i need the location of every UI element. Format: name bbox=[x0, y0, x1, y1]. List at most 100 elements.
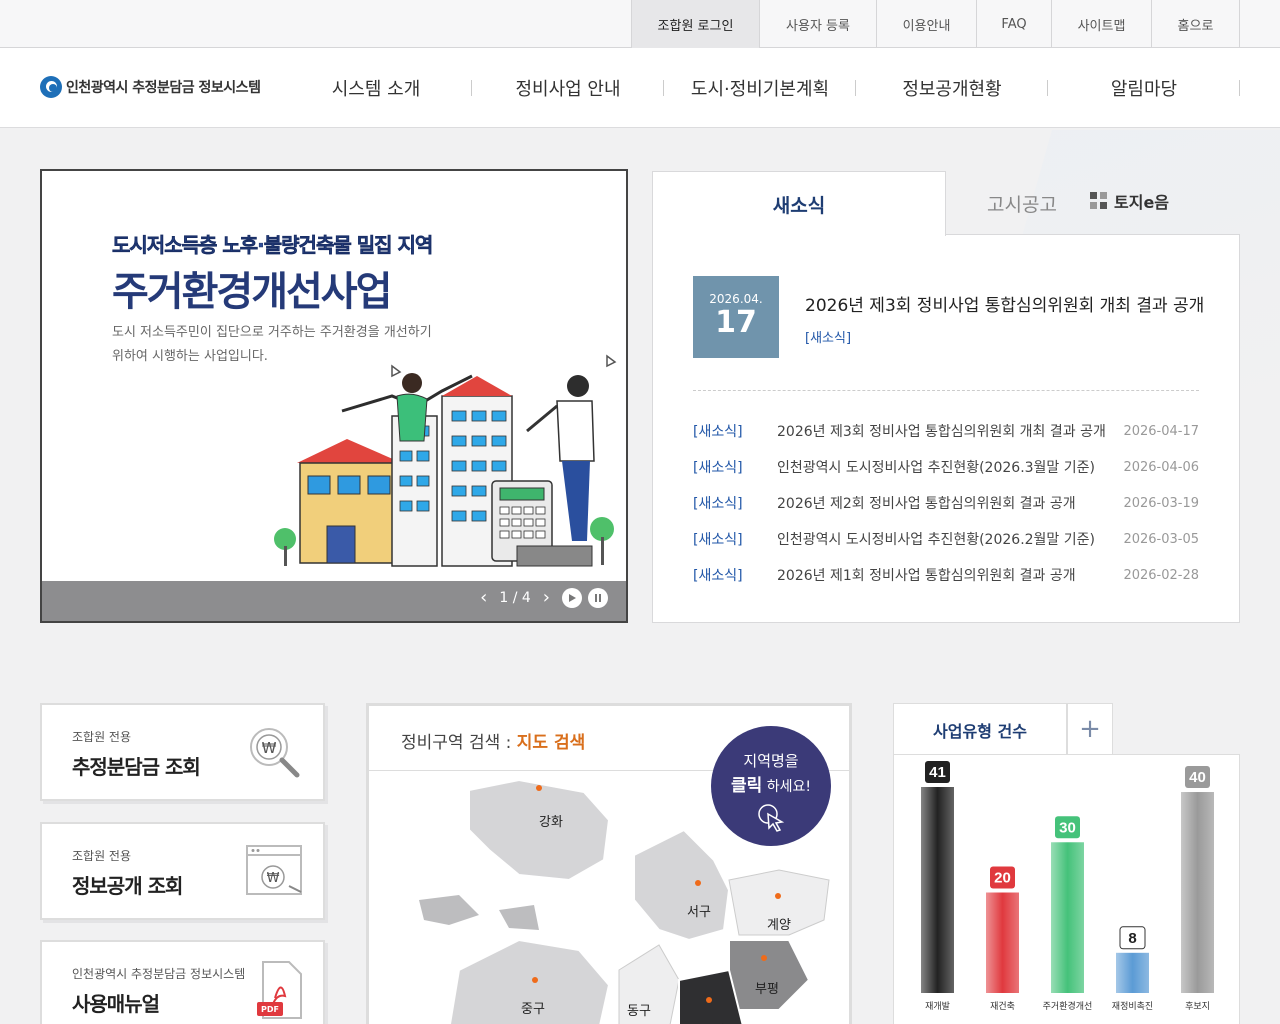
logo-text: 인천광역시 추정분담금 정보시스템 bbox=[66, 80, 261, 96]
news-list: [새소식] 2026년 제3회 정비사업 통합심의위원회 개최 결과 공개 2026… bbox=[693, 413, 1199, 593]
chart-value-label: 30 bbox=[1059, 819, 1076, 836]
quick-link-title: 추정분담금 조회 bbox=[72, 755, 201, 779]
map-district-label[interactable]: 계양 bbox=[767, 914, 791, 933]
gnb-item[interactable]: 도시·정비기본계획 bbox=[664, 48, 856, 128]
gnb-item[interactable]: 정비사업 안내 bbox=[472, 48, 664, 128]
news-title[interactable]: 2026년 제2회 정비사업 통합심의위원회 결과 공개 bbox=[777, 493, 1123, 513]
gnb-item[interactable]: 알림마당 bbox=[1048, 48, 1240, 128]
map-region-ganghwa[interactable] bbox=[468, 778, 611, 882]
news-category: [새소식] bbox=[693, 568, 743, 584]
main-visual-slider: 도시저소득층 노후·불량건축물 밀집 지역 주거환경개선사업 도시 저소득주민이… bbox=[40, 169, 628, 623]
featured-date-ym: 2026.04. bbox=[709, 292, 763, 306]
bubble-line1: 지역명을 bbox=[743, 752, 799, 770]
map-title-b: 지도 검색 bbox=[516, 733, 586, 753]
news-row[interactable]: [새소식] 인천광역시 도시정비사업 추진현황(2026.3월말 기준) 2026-… bbox=[693, 449, 1199, 485]
quick-link-card[interactable]: 조합원 전용추정분담금 조회 ₩ bbox=[40, 703, 325, 801]
browser-won-icon: ₩ bbox=[245, 842, 305, 906]
chart-category-label: 주거환경개선 bbox=[1043, 1000, 1093, 1012]
divider bbox=[693, 390, 1199, 391]
news-category: [새소식] bbox=[693, 496, 743, 512]
chart-category-label: 재건축 bbox=[990, 1001, 1015, 1012]
board-tabs: 새소식 고시공고 토지e음 bbox=[652, 171, 1240, 236]
quick-link-caption: 인천광역시 추정분담금 정보시스템 bbox=[72, 967, 246, 981]
pdf-icon: PDF bbox=[255, 960, 305, 1024]
cursor-click-icon bbox=[758, 804, 785, 832]
map-district-label[interactable]: 부평 bbox=[755, 978, 779, 997]
featured-date: 2026.04. 17 bbox=[693, 276, 779, 358]
slide-pager: 1 / 4 bbox=[499, 589, 531, 606]
chart-svg: 41 재개발 20 재건축 30 주거환경개선 8 재정비촉진 40 후보지 bbox=[921, 761, 1214, 1012]
map-district-label[interactable]: 중구 bbox=[521, 998, 545, 1017]
map-region-bupyeong[interactable] bbox=[728, 939, 811, 1011]
util-link[interactable]: 조합원 로그인 bbox=[632, 0, 760, 48]
district-map-panel: 정비구역 검색 : 지도 검색 강화서구계양부평중구 동구미추홀구 지역명을 클릭… bbox=[366, 703, 852, 1024]
play-icon[interactable] bbox=[562, 587, 582, 608]
map-region-seogu[interactable] bbox=[633, 828, 731, 942]
chart-tab[interactable]: 사업유형 건수 bbox=[893, 703, 1067, 755]
main-header: 인천광역시 추정분담금 정보시스템 시스템 소개 정비사업 안내 도시·정비기본계획… bbox=[0, 48, 1280, 128]
util-link[interactable]: FAQ bbox=[977, 0, 1052, 48]
plus-icon[interactable]: + bbox=[1067, 703, 1113, 755]
map-region-islands bbox=[419, 895, 539, 930]
chart-value-label: 40 bbox=[1189, 769, 1206, 786]
map-title: 정비구역 검색 : 지도 검색 bbox=[401, 728, 585, 753]
quick-link-card[interactable]: 조합원 전용정보공개 조회 ₩ bbox=[40, 822, 325, 920]
featured-category: [새소식] bbox=[805, 331, 852, 346]
util-link[interactable]: 사이트맵 bbox=[1052, 0, 1152, 48]
quick-link-caption: 조합원 전용 bbox=[72, 730, 132, 744]
quick-link-card[interactable]: 인천광역시 추정분담금 정보시스템사용매뉴얼 PDF bbox=[40, 940, 325, 1024]
slide-subtitle: 도시저소득층 노후·불량건축물 밀집 지역 bbox=[112, 233, 434, 258]
gnb-item[interactable]: 정보공개현황 bbox=[856, 48, 1048, 128]
news-date: 2026-04-06 bbox=[1123, 459, 1199, 475]
news-title[interactable]: 인천광역시 도시정비사업 추진현황(2026.2월말 기준) bbox=[777, 529, 1123, 549]
tab-notice[interactable]: 고시공고 bbox=[962, 171, 1082, 235]
util-link[interactable]: 이용안내 bbox=[877, 0, 977, 48]
main-menu: 시스템 소개 정비사업 안내 도시·정비기본계획 정보공개현황 알림마당 bbox=[280, 48, 1240, 128]
quick-link-title: 사용매뉴얼 bbox=[72, 992, 160, 1016]
news-date: 2026-03-19 bbox=[1123, 495, 1199, 511]
news-category: [새소식] bbox=[693, 424, 743, 440]
chart-category-label: 재정비촉진 bbox=[1112, 1001, 1153, 1012]
gnb-item[interactable]: 시스템 소개 bbox=[280, 48, 472, 128]
slider-control-bar: ‹ 1 / 4 › bbox=[42, 581, 626, 621]
news-date: 2026-02-28 bbox=[1123, 567, 1199, 583]
chart-bar bbox=[921, 787, 954, 993]
map-district-label[interactable]: 강화 bbox=[539, 811, 563, 830]
tojie-link[interactable]: 토지e음 bbox=[1090, 189, 1169, 213]
next-arrow-icon[interactable]: › bbox=[543, 587, 550, 608]
map-click-bubble: 지역명을 클릭 하세요! bbox=[711, 726, 831, 846]
search-won-icon: ₩ bbox=[245, 723, 305, 787]
util-link[interactable]: 사용자 등록 bbox=[760, 0, 877, 48]
map-district-label[interactable]: 서구 bbox=[687, 901, 711, 920]
news-row[interactable]: [새소식] 2026년 제1회 정비사업 통합심의위원회 결과 공개 2026-02… bbox=[693, 557, 1199, 593]
pause-icon[interactable] bbox=[588, 587, 608, 608]
featured-date-day: 17 bbox=[715, 305, 757, 340]
incheon-logo-icon bbox=[40, 76, 62, 98]
news-row[interactable]: [새소식] 2026년 제3회 정비사업 통합심의위원회 개최 결과 공개 2026… bbox=[693, 413, 1199, 449]
utility-bar: 조합원 로그인 사용자 등록 이용안내 FAQ 사이트맵 홈으로 bbox=[0, 0, 1280, 48]
svg-text:₩: ₩ bbox=[267, 871, 280, 886]
slider-controls: ‹ 1 / 4 › bbox=[480, 587, 608, 608]
utility-nav: 조합원 로그인 사용자 등록 이용안내 FAQ 사이트맵 홈으로 bbox=[631, 0, 1240, 48]
site-logo[interactable]: 인천광역시 추정분담금 정보시스템 bbox=[40, 76, 261, 98]
bubble-click: 클릭 bbox=[731, 776, 763, 796]
svg-text:₩: ₩ bbox=[262, 739, 277, 757]
chart-value-label: 20 bbox=[994, 870, 1011, 887]
util-link[interactable]: 홈으로 bbox=[1152, 0, 1240, 48]
featured-title[interactable]: 2026년 제3회 정비사업 통합심의위원회 개최 결과 공개 bbox=[805, 291, 1204, 316]
tab-news[interactable]: 새소식 bbox=[652, 171, 946, 236]
quick-link-title: 정보공개 조회 bbox=[72, 874, 183, 898]
news-title[interactable]: 2026년 제3회 정비사업 통합심의위원회 개최 결과 공개 bbox=[777, 421, 1123, 441]
map-district-label[interactable]: 동구 bbox=[627, 1000, 651, 1019]
bubble-click-rest: 하세요! bbox=[762, 779, 811, 795]
chart-bar bbox=[1051, 842, 1084, 993]
news-row[interactable]: [새소식] 인천광역시 도시정비사업 추진현황(2026.2월말 기준) 2026-… bbox=[693, 521, 1199, 557]
news-category: [새소식] bbox=[693, 532, 743, 548]
map-district-label[interactable]: 미추홀구 bbox=[693, 1020, 741, 1024]
news-title[interactable]: 2026년 제1회 정비사업 통합심의위원회 결과 공개 bbox=[777, 565, 1123, 585]
chart-category-label: 후보지 bbox=[1185, 1001, 1210, 1012]
quick-link-caption: 조합원 전용 bbox=[72, 849, 132, 863]
prev-arrow-icon[interactable]: ‹ bbox=[480, 587, 487, 608]
news-title[interactable]: 인천광역시 도시정비사업 추진현황(2026.3월말 기준) bbox=[777, 457, 1123, 477]
news-row[interactable]: [새소식] 2026년 제2회 정비사업 통합심의위원회 결과 공개 2026-03… bbox=[693, 485, 1199, 521]
